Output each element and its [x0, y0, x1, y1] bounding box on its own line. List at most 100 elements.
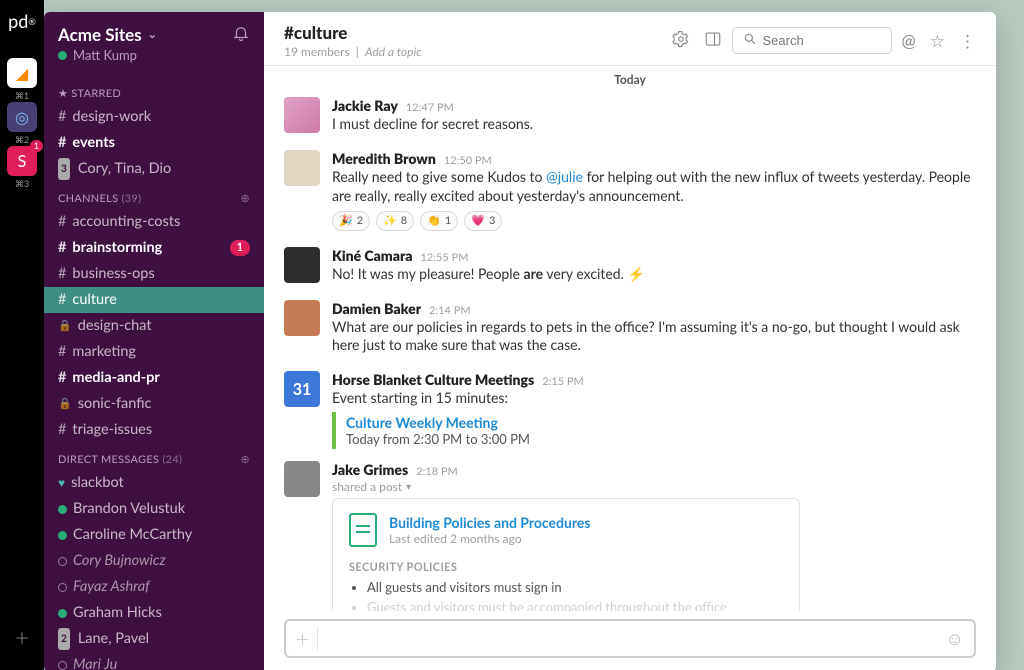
pd-logo: pd® [7, 6, 37, 36]
current-user[interactable]: Matt Kump [58, 47, 157, 63]
sidebar-item-starred[interactable]: 3 Cory, Tina, Dio [44, 156, 264, 182]
message-author[interactable]: Horse Blanket Culture Meetings [332, 371, 534, 388]
avatar[interactable] [284, 97, 320, 133]
reaction[interactable]: 👏1 [420, 211, 458, 231]
attachment-title[interactable]: Building Policies and Procedures [389, 514, 591, 531]
main-pane: #culture 19 members | Add a topic @ ☆ ⋮ … [264, 12, 996, 670]
message-author[interactable]: Jackie Ray [332, 97, 398, 114]
sidebar-item-dm[interactable]: ♥slackbot [44, 470, 264, 496]
add-topic-link[interactable]: Add a topic [365, 44, 422, 59]
attachment-subtitle: Last edited 2 months ago [389, 531, 591, 546]
message[interactable]: Damien Baker2:14 PMWhat are our policies… [284, 292, 976, 364]
sidebar-item-dm[interactable]: Graham Hicks [44, 600, 264, 626]
notifications-bell-icon[interactable] [232, 24, 250, 46]
avatar[interactable] [284, 461, 320, 497]
add-channel-icon[interactable]: ⊕ [240, 192, 250, 205]
sidebar-item-channel[interactable]: #business-ops [44, 261, 264, 287]
details-pane-icon[interactable] [704, 30, 722, 52]
sidebar-item-label: brainstorming [72, 237, 162, 259]
sidebar-item-dm[interactable]: Mari Ju [44, 652, 264, 670]
avatar[interactable] [284, 150, 320, 186]
sidebar-item-starred[interactable]: #design-work [44, 104, 264, 130]
sidebar-item-dm[interactable]: Fayaz Ashraf [44, 574, 264, 600]
event-attachment[interactable]: Culture Weekly MeetingToday from 2:30 PM… [332, 412, 976, 449]
hash-icon: # [58, 263, 66, 285]
message-author[interactable]: Meredith Brown [332, 150, 436, 167]
sidebar-item-channel[interactable]: # marketing [44, 339, 264, 365]
presence-on-icon [58, 51, 67, 60]
sidebar-item-dm[interactable]: Caroline McCarthy [44, 522, 264, 548]
channel-title[interactable]: #culture [284, 22, 662, 43]
sidebar-item-dm[interactable]: 2Lane, Pavel [44, 626, 264, 652]
workspace-badge: 1 [30, 140, 43, 152]
message-composer[interactable]: + ☺ [284, 619, 976, 658]
lock-icon: 🔒 [58, 315, 72, 337]
sidebar-item-label: design-work [72, 106, 151, 128]
sidebar-item-label: accounting-costs [72, 211, 180, 233]
message[interactable]: 31Horse Blanket Culture Meetings2:15 PME… [284, 363, 976, 457]
message[interactable]: Meredith Brown12:50 PMReally need to giv… [284, 142, 976, 239]
workspace-switcher[interactable]: Acme Sites ⌄ [58, 24, 157, 45]
sidebar-item-channel[interactable]: #media-and-pr [44, 365, 264, 391]
mention[interactable]: @julie [546, 168, 583, 185]
sidebar-item-label: Fayaz Ashraf [73, 576, 150, 598]
dm-header[interactable]: DIRECT MESSAGES (24) ⊕ [44, 443, 264, 470]
channel-subtitle[interactable]: 19 members | Add a topic [284, 44, 662, 59]
sidebar-item-channel[interactable]: #culture [44, 287, 264, 313]
composer-input[interactable] [328, 631, 936, 647]
sidebar: Acme Sites ⌄ Matt Kump ★ STARRED #design… [44, 12, 264, 670]
star-icon[interactable]: ☆ [930, 30, 945, 52]
hash-icon: # [58, 419, 66, 441]
message-author[interactable]: Jake Grimes [332, 461, 408, 478]
presence-off-icon [58, 557, 67, 566]
mentions-icon[interactable]: @ [902, 30, 916, 51]
sidebar-item-label: marketing [72, 341, 136, 363]
settings-gear-icon[interactable] [672, 30, 690, 52]
sidebar-item-label: Caroline McCarthy [73, 524, 192, 546]
emoji-picker-icon[interactable]: ☺ [946, 627, 964, 650]
sidebar-item-starred[interactable]: #events [44, 130, 264, 156]
shared-indicator: shared a post ▾ [332, 479, 976, 494]
chevron-down-icon[interactable]: ▾ [406, 481, 411, 493]
composer-attach-icon[interactable]: + [296, 628, 318, 650]
workspace-button[interactable]: ◎ [7, 102, 37, 132]
message[interactable]: Jackie Ray 12:47 PMI must decline for sec… [284, 89, 976, 142]
message-author[interactable]: Kiné Camara [332, 247, 413, 264]
slack-window: Acme Sites ⌄ Matt Kump ★ STARRED #design… [44, 12, 996, 670]
unread-badge: 1 [230, 240, 250, 256]
sidebar-item-label: Cory Bujnowicz [73, 550, 166, 572]
sidebar-item-channel[interactable]: 🔒sonic-fanfic [44, 391, 264, 417]
sidebar-item-channel[interactable]: 🔒design-chat [44, 313, 264, 339]
lock-icon: 🔒 [58, 393, 72, 415]
group-count-badge: 3 [58, 158, 70, 180]
channels-header[interactable]: CHANNELS (39) ⊕ [44, 182, 264, 209]
sidebar-item-channel[interactable]: #accounting-costs [44, 209, 264, 235]
hash-icon: # [58, 341, 66, 363]
reaction[interactable]: ✨8 [376, 211, 414, 231]
sidebar-item-label: Cory, Tina, Dio [78, 158, 171, 180]
post-attachment[interactable]: Building Policies and ProceduresLast edi… [332, 498, 800, 611]
message[interactable]: Jake Grimes2:18 PMshared a post ▾Buildin… [284, 457, 976, 611]
event-title[interactable]: Culture Weekly Meeting [346, 414, 966, 431]
sidebar-item-channel[interactable]: #brainstorming1 [44, 235, 264, 261]
sidebar-item-channel[interactable]: #triage-issues [44, 417, 264, 443]
message-text: I must decline for secret reasons. [332, 115, 976, 134]
message-author[interactable]: Damien Baker [332, 300, 421, 317]
message[interactable]: Kiné Camara12:55 PMNo! It was my pleasur… [284, 239, 976, 292]
avatar[interactable] [284, 247, 320, 283]
add-dm-icon[interactable]: ⊕ [240, 453, 250, 466]
sidebar-item-dm[interactable]: Brandon Velustuk [44, 496, 264, 522]
avatar[interactable] [284, 300, 320, 336]
sidebar-item-dm[interactable]: Cory Bujnowicz [44, 548, 264, 574]
reaction[interactable]: 💗3 [464, 211, 502, 231]
more-actions-icon[interactable]: ⋮ [959, 30, 976, 52]
presence-on-icon [58, 505, 67, 514]
workspace-button[interactable]: ◢ [7, 58, 37, 88]
workspace-button[interactable]: S1 [7, 146, 37, 176]
reaction[interactable]: 🎉2 [332, 211, 370, 231]
add-workspace-button[interactable]: + [15, 623, 29, 652]
message-list[interactable]: Jackie Ray 12:47 PMI must decline for sec… [264, 89, 996, 611]
presence-on-icon [58, 531, 67, 540]
message-time: 12:47 PM [406, 101, 454, 114]
search-box[interactable] [732, 27, 892, 54]
